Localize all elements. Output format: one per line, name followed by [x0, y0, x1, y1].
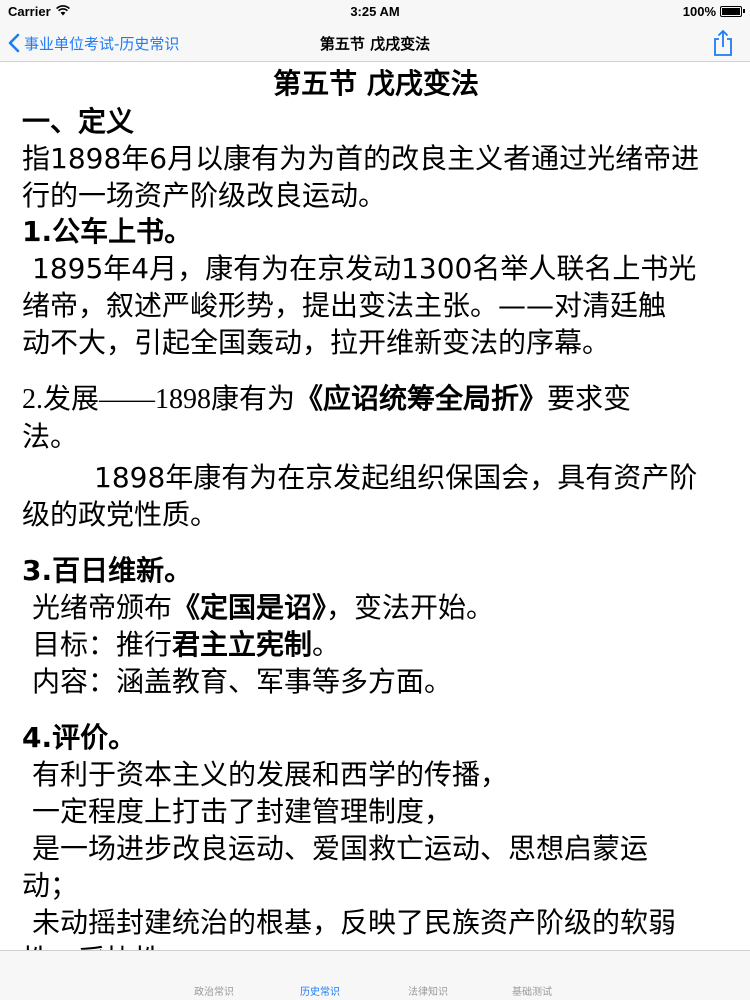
- paragraph-line: 是一场进步改良运动、爱国救亡运动、思想启蒙运: [32, 832, 649, 865]
- item-heading-petition: 1.公车上书。: [22, 215, 193, 248]
- item-heading-evaluation: 4.评价。: [22, 721, 137, 754]
- app-root: Carrier 3:25 AM 100% 事业单位考试-历史常识 第五节 戊戌变…: [0, 0, 750, 1000]
- battery-group: 100%: [682, 4, 745, 19]
- paragraph-line: 法。: [22, 420, 79, 453]
- goal-suffix: 。: [312, 628, 341, 661]
- paragraph-line: 动不大，引起全国轰动，拉开维新变法的序幕。: [22, 326, 611, 359]
- paragraph-line: 绪帝，叙述严峻形势，提出变法主张。——对清廷触: [22, 289, 667, 322]
- tab-bar: 政治常识 历史常识 法律知识 基础测试: [0, 950, 750, 1000]
- tab-basic-test[interactable]: 基础测试: [502, 983, 562, 998]
- goal-term: 君主立宪制: [172, 628, 313, 661]
- share-icon: [714, 29, 732, 56]
- tab-law[interactable]: 法律知识: [398, 983, 458, 998]
- development-prefix: 2.发展——1898康有为: [22, 384, 296, 415]
- decree-title: 《定国是诏》: [172, 591, 327, 624]
- definition-line: 指1898年6月以康有为为首的改良主义者通过光绪帝进: [22, 142, 700, 175]
- paragraph-line: 光绪帝颁布《定国是诏》，变法开始。: [22, 589, 730, 626]
- battery-icon: [720, 6, 745, 17]
- section-heading-definition: 一、定义: [22, 105, 135, 138]
- tab-politics[interactable]: 政治常识: [184, 983, 244, 998]
- status-bar: Carrier 3:25 AM 100%: [0, 0, 750, 24]
- paragraph-line: 动；: [22, 869, 79, 902]
- paragraph-line: 级的政党性质。: [22, 498, 219, 531]
- paragraph-line: 目标：推行君主立宪制。: [22, 626, 730, 663]
- goal-prefix: 目标：推行: [32, 628, 173, 661]
- paragraph-line: 未动摇封建统治的根基，反映了民族资产阶级的软弱: [32, 906, 677, 939]
- paragraph-line: 1895年4月，康有为在京发动1300名举人联名上书光: [32, 252, 697, 285]
- paragraph-line: 性、妥协性。: [22, 941, 730, 950]
- share-button[interactable]: [712, 29, 734, 57]
- document-content[interactable]: 第五节 戊戌变法 一、定义 指1898年6月以康有为为首的改良主义者通过光绪帝进…: [0, 62, 750, 950]
- paragraph-line: 有利于资本主义的发展和西学的传播，: [32, 758, 509, 791]
- paragraph-line: 1898年康有为在京发起组织保国会，具有资产阶: [94, 461, 698, 494]
- definition-line: 行的一场资产阶级改良运动。: [22, 179, 387, 212]
- document-title: 第五节 戊戌变法: [273, 67, 479, 100]
- development-suffix: 要求变: [547, 384, 632, 415]
- clock: 3:25 AM: [350, 4, 400, 19]
- item-heading-reform: 3.百日维新。: [22, 554, 193, 587]
- decree-suffix: ，变法开始。: [326, 591, 495, 624]
- paragraph-line: 一定程度上打击了封建管理制度，: [32, 795, 453, 828]
- battery-percent: 100%: [682, 4, 716, 19]
- nav-title: 第五节 戊戌变法: [319, 35, 431, 53]
- decree-prefix: 光绪帝颁布: [32, 591, 173, 624]
- paragraph-line: 内容：涵盖教育、军事等多方面。: [32, 665, 453, 698]
- tab-history[interactable]: 历史常识: [290, 983, 350, 998]
- memorial-title: 《应诏统筹全局折》: [295, 384, 548, 415]
- item-heading-development: 2.发展——1898康有为《应诏统筹全局折》要求变: [22, 381, 730, 418]
- navigation-bar: 事业单位考试-历史常识 第五节 戊戌变法: [0, 24, 750, 62]
